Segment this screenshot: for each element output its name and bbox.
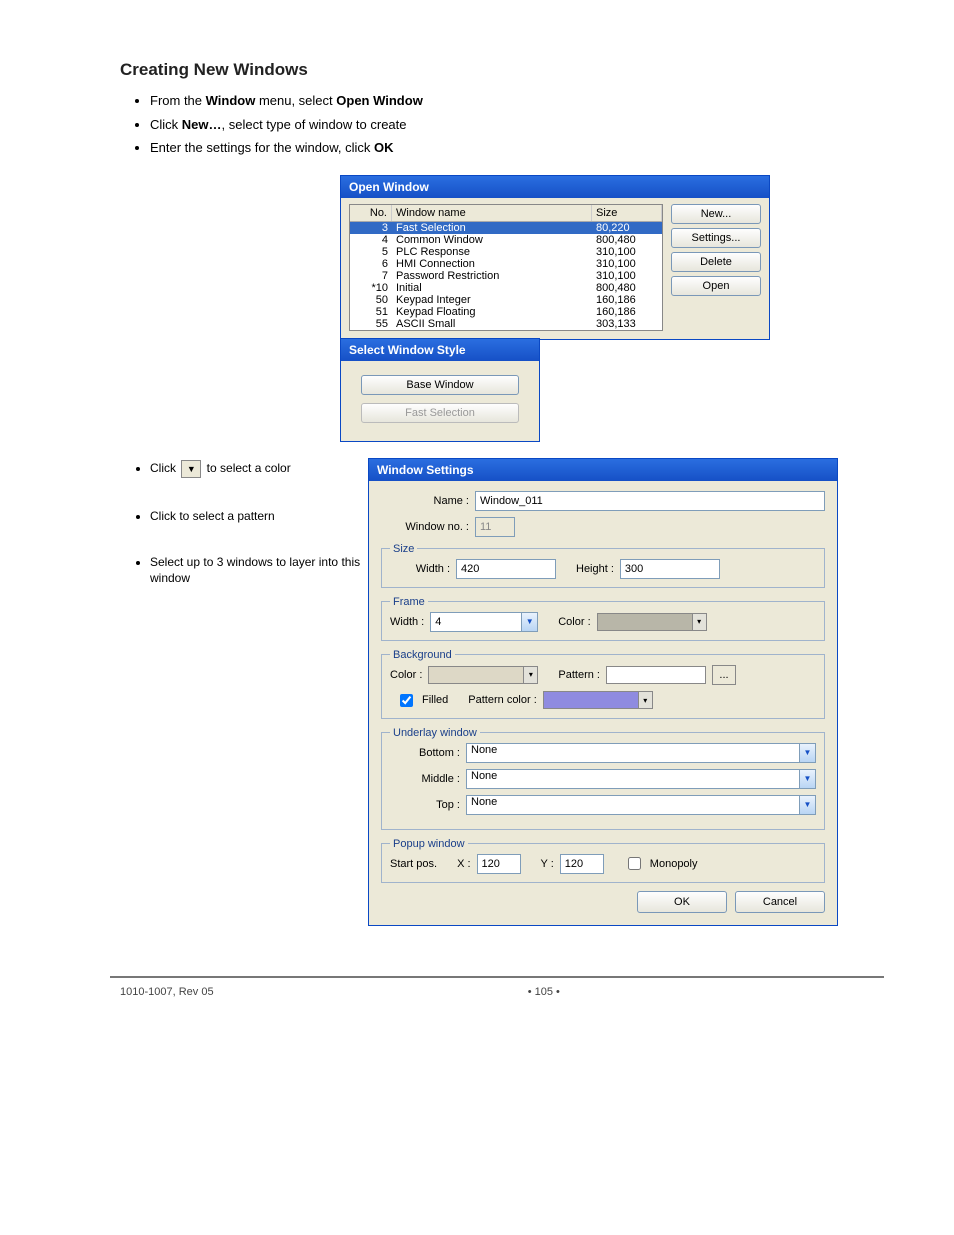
window-list[interactable]: No. Window name Size 3Fast Selection80,2… xyxy=(349,204,663,331)
dropdown-icon: ▼ xyxy=(181,460,201,478)
chevron-down-icon: ▼ xyxy=(799,744,815,762)
filled-label: Filled xyxy=(422,694,448,706)
intro-bullet: Click New…, select type of window to cre… xyxy=(150,116,874,134)
list-item[interactable]: 4Common Window800,480 xyxy=(350,234,662,246)
pattern-browse-button[interactable]: ... xyxy=(712,665,736,685)
note-underlay: Select up to 3 windows to layer into thi… xyxy=(150,554,370,586)
intro-bullet: From the Window menu, select Open Window xyxy=(150,92,874,110)
list-item[interactable]: 3Fast Selection80,220 xyxy=(350,222,662,234)
pattern-color-picker[interactable]: ▾ xyxy=(543,691,653,709)
list-item[interactable]: *10Initial800,480 xyxy=(350,282,662,294)
bg-color-label: Color : xyxy=(390,669,422,681)
bg-color-picker[interactable]: ▾ xyxy=(428,666,538,684)
size-group: Size Width : Height : xyxy=(381,543,825,588)
chevron-down-icon: ▼ xyxy=(521,613,537,631)
list-item[interactable]: 5PLC Response310,100 xyxy=(350,246,662,258)
pattern-display xyxy=(606,666,706,684)
open-button[interactable]: Open xyxy=(671,276,761,296)
name-input[interactable] xyxy=(475,491,825,511)
chevron-down-icon: ▾ xyxy=(638,692,652,708)
height-label: Height : xyxy=(576,563,614,575)
col-name: Window name xyxy=(392,205,592,221)
select-window-style-dialog: Select Window Style Base Window Fast Sel… xyxy=(340,338,540,442)
intro-bullet: Enter the settings for the window, click… xyxy=(150,139,874,157)
bottom-select[interactable]: None ▼ xyxy=(466,743,816,763)
chevron-down-icon: ▾ xyxy=(692,614,706,630)
section-title: Creating New Windows xyxy=(120,60,874,80)
new-button[interactable]: New... xyxy=(671,204,761,224)
top-select[interactable]: None ▼ xyxy=(466,795,816,815)
chevron-down-icon: ▼ xyxy=(799,770,815,788)
window-no-label: Window no. : xyxy=(381,521,469,533)
open-window-dialog: Open Window No. Window name Size 3Fast S… xyxy=(340,175,770,340)
window-settings-dialog: Window Settings Name : Window no. : Size xyxy=(368,458,838,926)
middle-label: Middle : xyxy=(390,773,460,785)
footer-mid: • 105 • xyxy=(528,986,560,998)
background-group: Background Color : ▾ Pattern : ... xyxy=(381,649,825,719)
intro-bullet-list: From the Window menu, select Open Window… xyxy=(150,92,874,157)
open-window-title: Open Window xyxy=(341,176,769,198)
top-label: Top : xyxy=(390,799,460,811)
list-item[interactable]: 55ASCII Small303,133 xyxy=(350,318,662,330)
start-pos-label: Start pos. xyxy=(390,858,437,870)
footer-left: 1010-1007, Rev 05 xyxy=(120,986,214,998)
monopoly-checkbox[interactable] xyxy=(628,857,641,870)
pattern-label: Pattern : xyxy=(558,669,600,681)
base-window-button[interactable]: Base Window xyxy=(361,375,519,395)
fast-selection-button[interactable]: Fast Selection xyxy=(361,403,519,423)
middle-select[interactable]: None ▼ xyxy=(466,769,816,789)
x-input[interactable] xyxy=(477,854,521,874)
delete-button[interactable]: Delete xyxy=(671,252,761,272)
frame-width-label: Width : xyxy=(390,616,424,628)
height-input[interactable] xyxy=(620,559,720,579)
window-settings-title: Window Settings xyxy=(369,459,837,481)
ok-button[interactable]: OK xyxy=(637,891,727,913)
pattern-color-label: Pattern color : xyxy=(468,694,536,706)
chevron-down-icon: ▾ xyxy=(523,667,537,683)
frame-group: Frame Width : 4 ▼ Color : xyxy=(381,596,825,641)
y-input[interactable] xyxy=(560,854,604,874)
width-label: Width : xyxy=(390,563,450,575)
col-no: No. xyxy=(350,205,392,221)
col-size: Size xyxy=(592,205,662,221)
list-item[interactable]: 6HMI Connection310,100 xyxy=(350,258,662,270)
underlay-group: Underlay window Bottom : None ▼ Middle : xyxy=(381,727,825,830)
window-no-input xyxy=(475,517,515,537)
frame-width-select[interactable]: 4 ▼ xyxy=(430,612,538,632)
x-label: X : xyxy=(457,858,470,870)
frame-color-label: Color : xyxy=(558,616,590,628)
name-label: Name : xyxy=(381,495,469,507)
list-item[interactable]: 51Keypad Floating160,186 xyxy=(350,306,662,318)
filled-checkbox[interactable] xyxy=(400,694,413,707)
cancel-button[interactable]: Cancel xyxy=(735,891,825,913)
select-style-title: Select Window Style xyxy=(341,339,539,361)
chevron-down-icon: ▼ xyxy=(799,796,815,814)
bottom-label: Bottom : xyxy=(390,747,460,759)
list-item[interactable]: 7Password Restriction310,100 xyxy=(350,270,662,282)
popup-group: Popup window Start pos. X : Y : xyxy=(381,838,825,883)
list-item[interactable]: 50Keypad Integer160,186 xyxy=(350,294,662,306)
monopoly-label: Monopoly xyxy=(650,858,698,870)
width-input[interactable] xyxy=(456,559,556,579)
y-label: Y : xyxy=(541,858,554,870)
note-color: Click ▼ to select a color xyxy=(150,460,370,478)
frame-color-picker[interactable]: ▾ xyxy=(597,613,707,631)
footer-separator xyxy=(110,976,884,978)
note-pattern: Click to select a pattern xyxy=(150,508,370,524)
settings-button[interactable]: Settings... xyxy=(671,228,761,248)
